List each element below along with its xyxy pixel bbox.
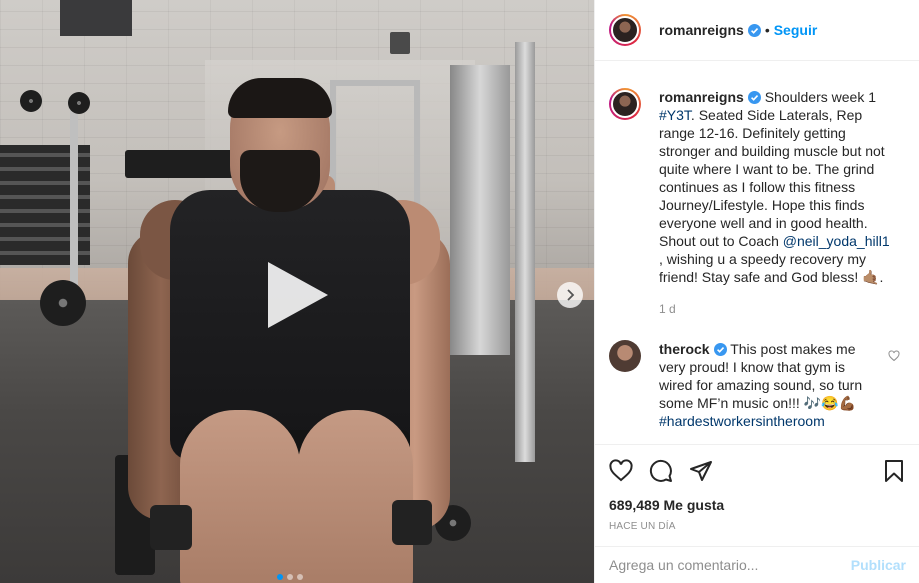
- person-hair: [228, 78, 332, 118]
- post-actions: 689,489 Me gusta HACE UN DÍA: [595, 444, 919, 532]
- wall-vent: [60, 0, 132, 36]
- person-beard: [240, 150, 320, 212]
- action-icons: [609, 457, 906, 485]
- heart-small-icon[interactable]: [888, 350, 900, 362]
- comment-text: therock This post makes me very proud! I…: [659, 340, 879, 430]
- author-username[interactable]: romanreigns: [659, 22, 744, 38]
- comment-icon[interactable]: [649, 459, 673, 483]
- post-side-panel: romanreigns • Seguir romanreigns Shoulde…: [594, 0, 919, 583]
- comments-list[interactable]: romanreigns Shoulders week 1 #Y3T. Seate…: [595, 62, 919, 444]
- wall-speaker: [390, 32, 410, 54]
- add-comment-bar: Publicar: [595, 546, 919, 583]
- weight-plate: [40, 280, 86, 326]
- header-separator: •: [764, 22, 770, 38]
- carousel-dot: [297, 574, 303, 580]
- gym-machine: [450, 65, 510, 355]
- comment-item: therock This post makes me very proud! I…: [609, 340, 879, 430]
- likes-count[interactable]: 689,489 Me gusta: [609, 497, 906, 513]
- carousel-dot: [277, 574, 283, 580]
- post-time[interactable]: 1 d: [659, 300, 895, 318]
- person-glove: [392, 500, 432, 545]
- play-icon: [268, 262, 328, 328]
- author-avatar[interactable]: [609, 88, 641, 120]
- carousel-next-button[interactable]: [557, 282, 583, 308]
- verified-icon: [713, 343, 727, 356]
- commenter-avatar[interactable]: [609, 340, 641, 372]
- caption-author[interactable]: romanreigns: [659, 89, 744, 105]
- caption-mention[interactable]: @neil_yoda_hill1: [783, 233, 890, 249]
- carousel-dot: [287, 574, 293, 580]
- verified-icon: [747, 23, 761, 37]
- chevron-right-icon: [567, 289, 575, 301]
- post-date[interactable]: HACE UN DÍA: [609, 521, 906, 532]
- rack-post: [70, 110, 78, 310]
- caption-body: . Seated Side Laterals, Rep range 12-16.…: [659, 107, 885, 249]
- bookmark-icon[interactable]: [882, 459, 906, 483]
- share-icon[interactable]: [689, 459, 713, 483]
- play-button[interactable]: [262, 260, 332, 330]
- weight-plate: [20, 90, 42, 112]
- person-leg: [180, 410, 300, 583]
- carousel-indicator: [277, 574, 303, 580]
- publish-button[interactable]: Publicar: [851, 557, 906, 573]
- post-header: romanreigns • Seguir: [595, 0, 919, 61]
- comment-author[interactable]: therock: [659, 341, 710, 357]
- comment-hashtag[interactable]: #hardestworkersintheroom: [659, 413, 825, 429]
- person-glove: [150, 505, 192, 550]
- caption-item: romanreigns Shoulders week 1 #Y3T. Seate…: [609, 88, 895, 318]
- weight-plate: [68, 92, 90, 114]
- caption-start: Shoulders week 1: [764, 89, 876, 105]
- post-media[interactable]: [0, 0, 594, 583]
- author-avatar[interactable]: [609, 14, 641, 46]
- caption-text: romanreigns Shoulders week 1 #Y3T. Seate…: [659, 88, 895, 318]
- comment-input[interactable]: [609, 557, 851, 573]
- follow-button[interactable]: Seguir: [774, 22, 818, 38]
- gym-machine-post: [515, 42, 535, 462]
- caption-hashtag[interactable]: #Y3T: [659, 107, 691, 123]
- verified-icon: [747, 91, 761, 104]
- heart-icon[interactable]: [609, 459, 633, 483]
- person-leg: [298, 410, 413, 583]
- caption-end: , wishing u a speedy recovery my friend!…: [659, 251, 884, 285]
